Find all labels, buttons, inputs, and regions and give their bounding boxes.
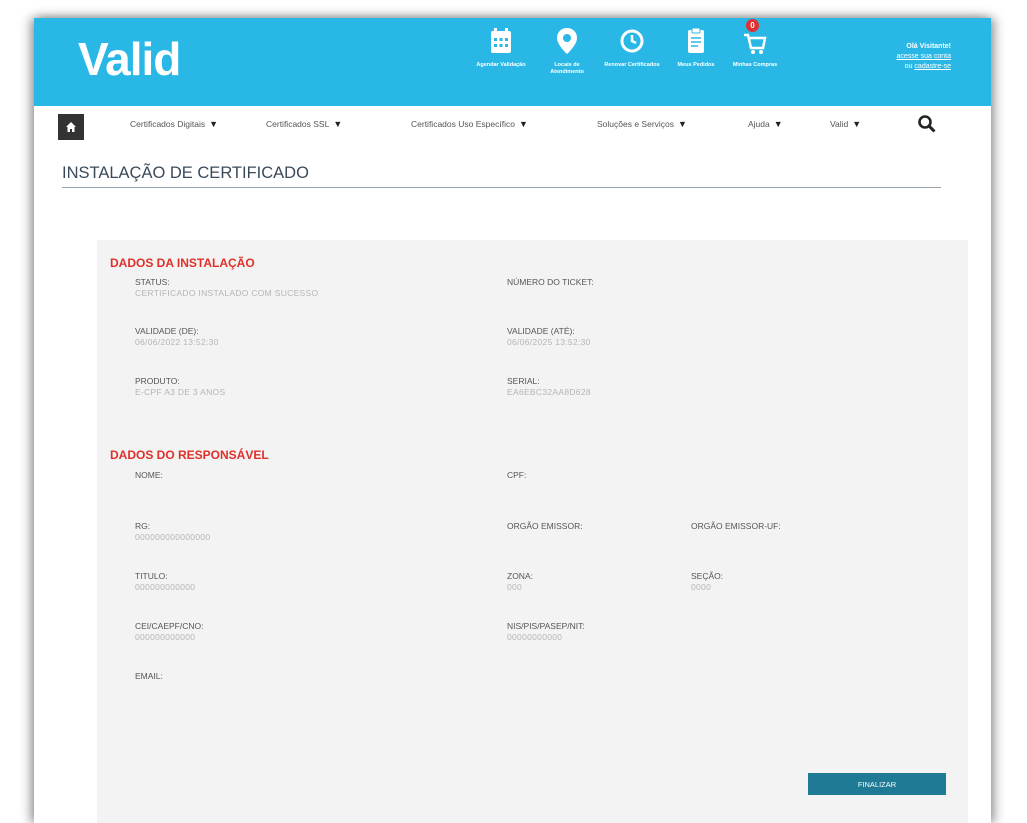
rg-label: RG:: [135, 521, 151, 531]
valid-from-field: VALIDADE (DE): 06/06/2022 13:52:30: [135, 326, 219, 348]
valid-logo[interactable]: Valid: [78, 32, 181, 86]
cpf-field: CPF:: [507, 470, 526, 481]
nis-field: NIS/PIS/PASEP/NIT: 00000000000: [507, 621, 585, 643]
zona-field: ZONA: 000: [507, 571, 533, 593]
nav-item-label: Valid: [830, 119, 849, 129]
location-pin-icon: [539, 26, 595, 60]
ticket-field: NÚMERO DO TICKET:: [507, 277, 594, 288]
serial-value: EA6EBC32AA8D628: [507, 387, 591, 397]
caret-down-icon: ▼: [678, 119, 687, 129]
renew-clock-icon: [604, 26, 660, 60]
my-purchases-label: Minhas Compras: [732, 62, 778, 68]
issuer-label: ORGÃO EMISSOR:: [507, 521, 583, 531]
calendar-icon: [473, 26, 529, 60]
ticket-label: NÚMERO DO TICKET:: [507, 277, 594, 287]
caret-down-icon: ▼: [852, 119, 862, 129]
product-value: E-CPF A3 DE 3 ANOS: [135, 387, 226, 397]
email-field: EMAIL:: [135, 671, 163, 682]
status-field: STATUS: CERTIFICADO INSTALADO COM SUCESS…: [135, 277, 318, 299]
user-greeting: Olá Visitante! acesse sua conta ou cadas…: [897, 42, 951, 72]
rg-value: 000000000000000: [135, 532, 211, 542]
nav-item-label: Certificados Digitais: [130, 119, 206, 129]
secao-value: 0000: [691, 582, 712, 592]
product-field: PRODUTO: E-CPF A3 DE 3 ANOS: [135, 376, 225, 398]
valid-from-value: 06/06/2022 13:52:30: [135, 337, 219, 347]
details-panel: DADOS DA INSTALAÇÃO STATUS: CERTIFICADO …: [97, 240, 968, 823]
product-label: PRODUTO:: [135, 376, 180, 386]
issuer-uf-field: ORGÃO EMISSOR-UF:: [691, 521, 781, 532]
nav-solucoes-servicos[interactable]: Soluções e Serviços ▼: [597, 119, 687, 129]
valid-to-field: VALIDADE (ATÉ): 06/06/2025 13:52:30: [507, 326, 591, 348]
nav-certificados-uso-especifico[interactable]: Certificados Uso Específico ▼: [411, 119, 528, 129]
cpf-label: CPF:: [507, 470, 527, 480]
page-title: INSTALAÇÃO DE CERTIFICADO: [62, 164, 309, 182]
caret-down-icon: ▼: [518, 119, 528, 129]
titulo-label: TITULO:: [135, 571, 168, 581]
caret-down-icon: ▼: [209, 119, 219, 129]
nav-certificados-digitais[interactable]: Certificados Digitais ▼: [130, 119, 218, 129]
valid-to-value: 06/06/2025 13:52:30: [507, 337, 591, 347]
renew-certificates-link[interactable]: Renovar Certificados: [604, 26, 660, 69]
nav-ajuda[interactable]: Ajuda ▼: [748, 119, 783, 129]
issuer-field: ORGÃO EMISSOR:: [507, 521, 583, 532]
caret-down-icon: ▼: [773, 119, 783, 129]
schedule-validation-link[interactable]: Agendar Validação: [473, 26, 529, 69]
login-link[interactable]: acesse sua conta: [897, 53, 951, 60]
zona-value: 000: [507, 582, 523, 592]
nis-label: NIS/PIS/PASEP/NIT:: [507, 621, 585, 631]
secao-field: SEÇÃO: 0000: [691, 571, 723, 593]
site-header: Valid Agendar Validação Locais de Atendi…: [34, 18, 991, 106]
issuer-uf-label: ORGÃO EMISSOR-UF:: [691, 521, 781, 531]
name-label: NOME:: [135, 470, 163, 480]
valid-to-label: VALIDADE (ATÉ):: [507, 326, 575, 336]
locations-link[interactable]: Locais de Atendimento: [539, 26, 595, 76]
search-icon[interactable]: [917, 114, 937, 134]
nav-certificados-ssl[interactable]: Certificados SSL ▼: [266, 119, 342, 129]
nis-value: 00000000000: [507, 632, 563, 642]
cei-field: CEI/CAEPF/CNO: 000000000000: [135, 621, 203, 643]
cart-count-badge: 0: [746, 19, 759, 32]
email-label: EMAIL:: [135, 671, 163, 681]
renew-certificates-label: Renovar Certificados: [604, 62, 660, 68]
nav-item-label: Certificados Uso Específico: [411, 119, 515, 129]
nav-item-label: Certificados SSL: [266, 119, 330, 129]
or-text: ou: [904, 63, 913, 70]
greeting-text: Olá Visitante!: [906, 43, 951, 50]
locations-label: Locais de Atendimento: [550, 62, 584, 75]
home-button[interactable]: [58, 114, 84, 140]
status-value: CERTIFICADO INSTALADO COM SUCESSO: [135, 288, 319, 298]
serial-label: SERIAL:: [507, 376, 540, 386]
finish-button[interactable]: FINALIZAR: [808, 773, 946, 795]
register-link[interactable]: cadastre-se: [914, 63, 951, 70]
status-label: STATUS:: [135, 277, 170, 287]
nav-item-label: Ajuda: [748, 119, 770, 129]
caret-down-icon: ▼: [333, 119, 343, 129]
my-purchases-link[interactable]: Minhas Compras: [727, 26, 783, 69]
browser-page: Valid Agendar Validação Locais de Atendi…: [34, 18, 991, 823]
home-icon: [66, 122, 76, 132]
zona-label: ZONA:: [507, 571, 533, 581]
valid-from-label: VALIDADE (DE):: [135, 326, 199, 336]
installation-section-heading: DADOS DA INSTALAÇÃO: [110, 256, 255, 270]
cei-label: CEI/CAEPF/CNO:: [135, 621, 204, 631]
my-orders-label: Meus Pedidos: [677, 62, 715, 68]
main-nav: Certificados Digitais ▼ Certificados SSL ▼…: [34, 106, 991, 148]
responsible-section-heading: DADOS DO RESPONSÁVEL: [110, 448, 269, 462]
secao-label: SEÇÃO:: [691, 571, 724, 581]
name-field: NOME:: [135, 470, 163, 481]
cei-value: 000000000000: [135, 632, 196, 642]
rg-field: RG: 000000000000000: [135, 521, 210, 543]
schedule-validation-label: Agendar Validação: [476, 62, 526, 68]
my-orders-link[interactable]: Meus Pedidos: [668, 26, 724, 69]
nav-item-label: Soluções e Serviços: [597, 119, 675, 129]
nav-valid[interactable]: Valid ▼: [830, 119, 861, 129]
titulo-field: TITULO: 000000000000: [135, 571, 195, 593]
titulo-value: 000000000000: [135, 582, 196, 592]
serial-field: SERIAL: EA6EBC32AA8D628: [507, 376, 591, 398]
clipboard-icon: [668, 26, 724, 60]
title-divider: [62, 187, 941, 188]
